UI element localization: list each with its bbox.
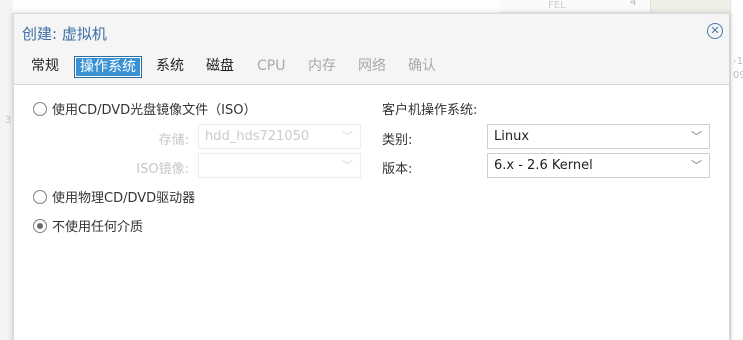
no-media-radio[interactable]: 不使用任何介质	[33, 216, 143, 235]
storage-select: hdd_hds721050 ﹀	[198, 124, 361, 149]
tab-disk[interactable]: 磁盘	[201, 56, 239, 78]
os-type-value: Linux	[494, 129, 530, 144]
radio-circle-checked	[33, 218, 47, 233]
background-text: FEL	[548, 0, 566, 11]
physical-drive-label: 使用物理CD/DVD驱动器	[52, 191, 196, 206]
physical-drive-radio[interactable]: 使用物理CD/DVD驱动器	[33, 187, 195, 206]
close-icon[interactable]: ✕	[707, 23, 723, 39]
tab-os[interactable]: 操作系统	[74, 56, 142, 78]
wizard-tabs: 常规 操作系统 系统 磁盘 CPU 内存 网络 确认	[14, 48, 729, 85]
iso-image-label: ISO镜像:	[136, 162, 189, 177]
os-version-label: 版本:	[382, 162, 413, 177]
tab-network: 网络	[358, 58, 386, 74]
dialog-header: 创建: 虚拟机 ✕	[14, 14, 729, 48]
os-version-select[interactable]: 6.x - 2.6 Kernel ﹀	[487, 153, 710, 178]
tab-memory: 内存	[308, 58, 336, 74]
background-text: 09	[733, 70, 743, 81]
chevron-down-icon: ﹀	[342, 159, 353, 172]
os-version-value: 6.x - 2.6 Kernel	[494, 158, 593, 173]
no-media-label: 不使用任何介质	[52, 220, 144, 235]
os-type-select[interactable]: Linux ﹀	[487, 124, 710, 149]
background-window-top: FEL 4	[500, 0, 743, 13]
background-text: 4	[630, 0, 637, 8]
os-type-label: 类别:	[382, 133, 413, 148]
chevron-down-icon: ﹀	[691, 159, 702, 172]
tab-cpu: CPU	[257, 58, 286, 74]
chevron-down-icon: ﹀	[342, 130, 353, 143]
guest-os-title: 客户机操作系统:	[382, 103, 478, 118]
background-window-left: 3	[0, 0, 13, 340]
radio-circle	[33, 189, 47, 204]
storage-label: 存储:	[158, 133, 189, 148]
dialog-title: 创建: 虚拟机	[22, 25, 107, 43]
create-vm-dialog: 创建: 虚拟机 ✕ 常规 操作系统 系统 磁盘 CPU 内存 网络 确认 使用C…	[13, 13, 730, 340]
tab-system[interactable]: 系统	[151, 56, 189, 78]
os-panel: 使用CD/DVD光盘镜像文件（ISO） 存储: hdd_hds721050 ﹀ …	[14, 85, 729, 340]
background-text: -1	[733, 56, 743, 67]
iso-radio-label: 使用CD/DVD光盘镜像文件（ISO）	[52, 103, 257, 118]
storage-value: hdd_hds721050	[205, 129, 310, 144]
background-text: 3	[5, 115, 12, 126]
tab-confirm: 确认	[408, 58, 436, 74]
background-window-right: -1 09	[730, 0, 743, 340]
chevron-down-icon: ﹀	[691, 130, 702, 143]
iso-image-select: ﹀	[198, 153, 361, 178]
radio-circle	[33, 101, 47, 116]
tab-general[interactable]: 常规	[26, 56, 64, 78]
iso-radio[interactable]: 使用CD/DVD光盘镜像文件（ISO）	[33, 99, 256, 118]
